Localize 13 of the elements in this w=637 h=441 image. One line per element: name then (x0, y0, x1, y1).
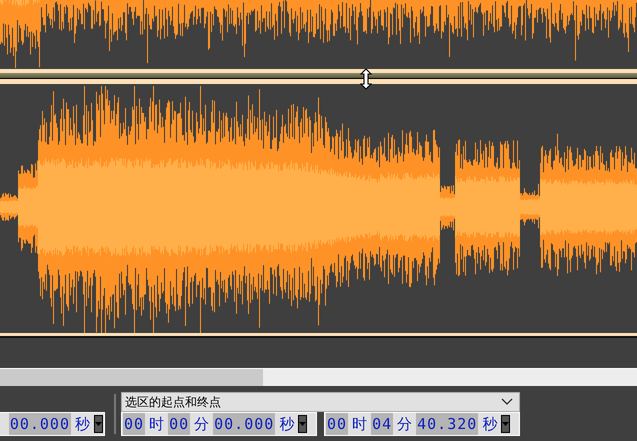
time-field[interactable]: 00 时 00 分 00.000 秒 (121, 412, 317, 436)
caret-icon (502, 422, 510, 426)
chevron-down-icon (501, 398, 513, 406)
horizontal-scrollbar[interactable] (0, 368, 637, 386)
format-menu-button[interactable] (298, 415, 308, 433)
resize-cursor-icon (360, 68, 372, 90)
time-field[interactable]: 00 时 04 分 40.320 秒 (324, 412, 520, 436)
caret-icon (299, 422, 306, 426)
selection-mode-dropdown[interactable]: 选区的起点和终点 (121, 392, 520, 412)
time-field[interactable]: 00.000 秒 (0, 412, 105, 436)
format-menu-button[interactable] (501, 415, 510, 433)
scrollbar-thumb[interactable] (0, 369, 263, 386)
caret-icon (95, 422, 102, 426)
